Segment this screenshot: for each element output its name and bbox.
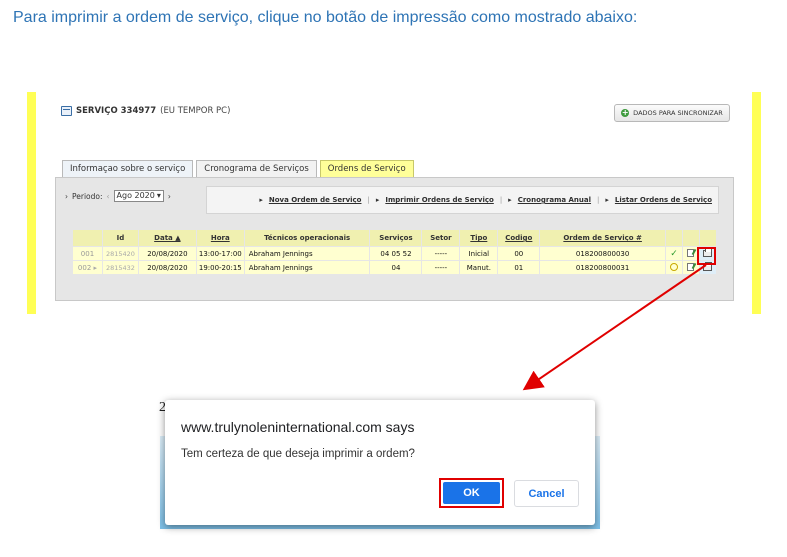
dialog-message: Tem certeza de que deseja imprimir a ord… (181, 448, 415, 460)
confirm-dialog: www.trulynoleninternational.com says Tem… (165, 400, 595, 525)
arrow-line (522, 264, 707, 391)
cancel-button[interactable]: Cancel (514, 480, 579, 507)
dialog-title: www.trulynoleninternational.com says (181, 419, 415, 435)
ok-button[interactable]: OK (439, 478, 504, 508)
ok-button-label: OK (443, 482, 500, 504)
